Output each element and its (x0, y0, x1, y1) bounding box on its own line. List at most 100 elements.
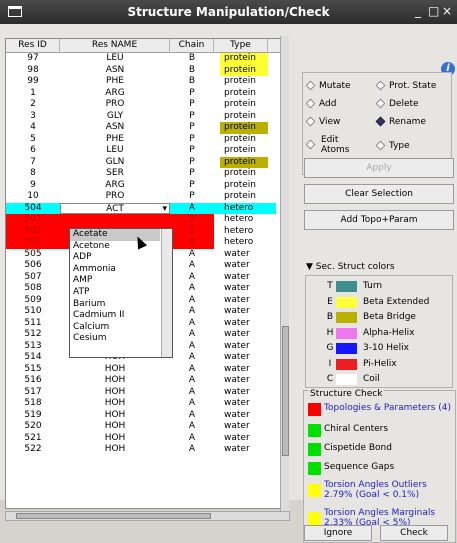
radio-icon (375, 80, 386, 91)
residue-name-dropdown-list[interactable]: Acetate Acetone ADP Ammonia AMP ATP Barium Cadm… (69, 228, 173, 358)
table-row[interactable]: 501 Bhetero (6, 214, 276, 226)
cell-res-id: 515 (24, 363, 42, 374)
structure-check-label: Cispetide Bond (324, 443, 392, 453)
chevron-down-icon[interactable]: ▾ (162, 204, 167, 215)
dropdown-option[interactable]: Cadmium II (70, 310, 160, 322)
status-square (308, 484, 321, 497)
table-row[interactable]: 518 HOH Awater (6, 398, 276, 410)
cell-res-id: 97 (27, 53, 39, 63)
header-res-name[interactable]: Res NAME (60, 39, 170, 53)
scroll-thumb[interactable] (16, 513, 211, 519)
cell-type: water (224, 271, 250, 282)
control-panel: i Mutate Prot. State Add Delete View Ren… (300, 48, 457, 543)
dropdown-option[interactable]: Calcium (70, 322, 160, 334)
cell-chain: P (189, 110, 195, 121)
res-name-combo[interactable]: ACT ▾ (60, 202, 170, 215)
option-delete[interactable]: Delete (375, 98, 419, 109)
table-row[interactable]: 520 HOH Awater (6, 421, 276, 433)
table-row[interactable]: 521 HOH Awater (6, 433, 276, 445)
radio-icon (305, 116, 316, 127)
table-row[interactable]: 6 LEU Pprotein (6, 145, 276, 157)
cell-res-name: LEU (106, 53, 124, 63)
table-row[interactable]: 519 HOH Awater (6, 410, 276, 422)
header-type[interactable]: Type (214, 39, 268, 53)
cell-type: water (224, 432, 250, 443)
option-mutate[interactable]: Mutate (305, 80, 351, 91)
cell-type: protein (224, 191, 256, 201)
cell-type: water (224, 294, 250, 305)
dropdown-option[interactable]: Barium (70, 299, 160, 311)
cell-res-id: 518 (24, 398, 42, 408)
check-button[interactable]: Check (380, 525, 448, 541)
table-row[interactable]: 3 GLY Pprotein (6, 111, 276, 123)
sec-struct-toggle[interactable]: ▼ Sec. Struct colors (306, 262, 395, 272)
cell-res-name: GLN (105, 156, 125, 167)
status-square (308, 424, 321, 437)
cell-res-id: 511 (24, 317, 42, 328)
cell-type: water (224, 340, 250, 351)
table-row[interactable]: 99 PHE Bprotein (6, 76, 276, 88)
table-row[interactable]: 9 ARG Pprotein (6, 180, 276, 192)
table-row[interactable]: 1 ARG Pprotein (6, 88, 276, 100)
table-row[interactable]: 5 PHE Pprotein (6, 134, 276, 146)
table-horizontal-scrollbar[interactable] (5, 511, 290, 521)
option-view[interactable]: View (305, 116, 340, 127)
dropdown-scrollbar[interactable] (161, 229, 172, 357)
option-add[interactable]: Add (305, 98, 336, 109)
table-row[interactable]: 97 LEU Bprotein (6, 53, 276, 65)
add-topo-param-button[interactable]: Add Topo+Param (304, 210, 454, 230)
cell-type: hetero (224, 214, 254, 224)
sec-struct-legend: T Turn E Beta Extended B Beta Bridge H Alpha-He… (305, 275, 453, 388)
apply-button[interactable]: Apply (304, 158, 454, 178)
minimize-button[interactable]: _ (415, 4, 421, 18)
option-edit-atoms[interactable]: Edit Atoms (305, 135, 367, 155)
cell-res-id: 5 (30, 133, 36, 144)
dropdown-option[interactable]: Ammonia (70, 264, 160, 276)
structure-check-box: Topologies & Parameters (4) Chiral Center… (303, 390, 456, 543)
structure-check-label: Sequence Gaps (324, 462, 395, 472)
option-prot-state[interactable]: Prot. State (375, 80, 436, 91)
table-vertical-scrollbar[interactable] (280, 36, 289, 512)
cell-type: water (224, 329, 250, 339)
cell-type: water (224, 317, 250, 328)
structure-check-title: Structure Check (308, 389, 385, 399)
status-square (308, 462, 321, 475)
structure-check-label: Topologies & Parameters (4) (324, 403, 452, 413)
cell-res-id: 519 (24, 409, 42, 420)
cell-res-id: 512 (24, 329, 42, 339)
table-row[interactable]: 517 HOH Awater (6, 387, 276, 399)
maximize-button[interactable]: □ (428, 4, 439, 18)
table-row[interactable]: 504 ACT ▾ Ahetero (6, 202, 276, 215)
dropdown-option[interactable]: ATP (70, 287, 160, 299)
cell-res-name: HOH (104, 375, 126, 385)
sec-struct-name: Beta Extended (363, 296, 430, 307)
table-row[interactable]: 515 HOH Awater (6, 364, 276, 376)
header-chain[interactable]: Chain (170, 39, 214, 53)
cell-chain: B (188, 76, 196, 86)
table-row[interactable]: 98 ASN Bprotein (6, 64, 276, 76)
header-res-id[interactable]: Res ID (6, 39, 60, 53)
dropdown-option[interactable]: AMP (70, 275, 160, 287)
clear-selection-button[interactable]: Clear Selection (304, 184, 454, 204)
cell-res-name: SER (106, 168, 124, 178)
table-row[interactable]: 10 PRO Pprotein (6, 191, 276, 203)
table-row[interactable]: 516 HOH Awater (6, 375, 276, 387)
sec-struct-letter: H (326, 327, 334, 338)
dropdown-option[interactable]: Acetate (70, 229, 160, 241)
table-row[interactable]: 7 GLN Pprotein (6, 156, 276, 168)
cell-res-name: HOH (104, 363, 126, 374)
table-row[interactable]: 8 SER Pprotein (6, 168, 276, 180)
cell-res-name (60, 214, 170, 226)
cell-res-id: 521 (24, 432, 42, 443)
table-row[interactable]: 522 HOH Awater (6, 444, 276, 456)
dropdown-option[interactable]: Cesium (70, 333, 160, 345)
dropdown-option[interactable]: Acetone (70, 241, 160, 253)
option-rename[interactable]: Rename (375, 116, 426, 127)
table-row[interactable]: 4 ASN Pprotein (6, 122, 276, 134)
dropdown-option[interactable]: ADP (70, 252, 160, 264)
ignore-button[interactable]: Ignore (304, 525, 372, 541)
close-button[interactable]: × (442, 4, 452, 18)
option-type[interactable]: Type (375, 140, 410, 151)
scroll-thumb[interactable] (282, 326, 289, 456)
table-row[interactable]: 2 PRO Pprotein (6, 99, 276, 111)
